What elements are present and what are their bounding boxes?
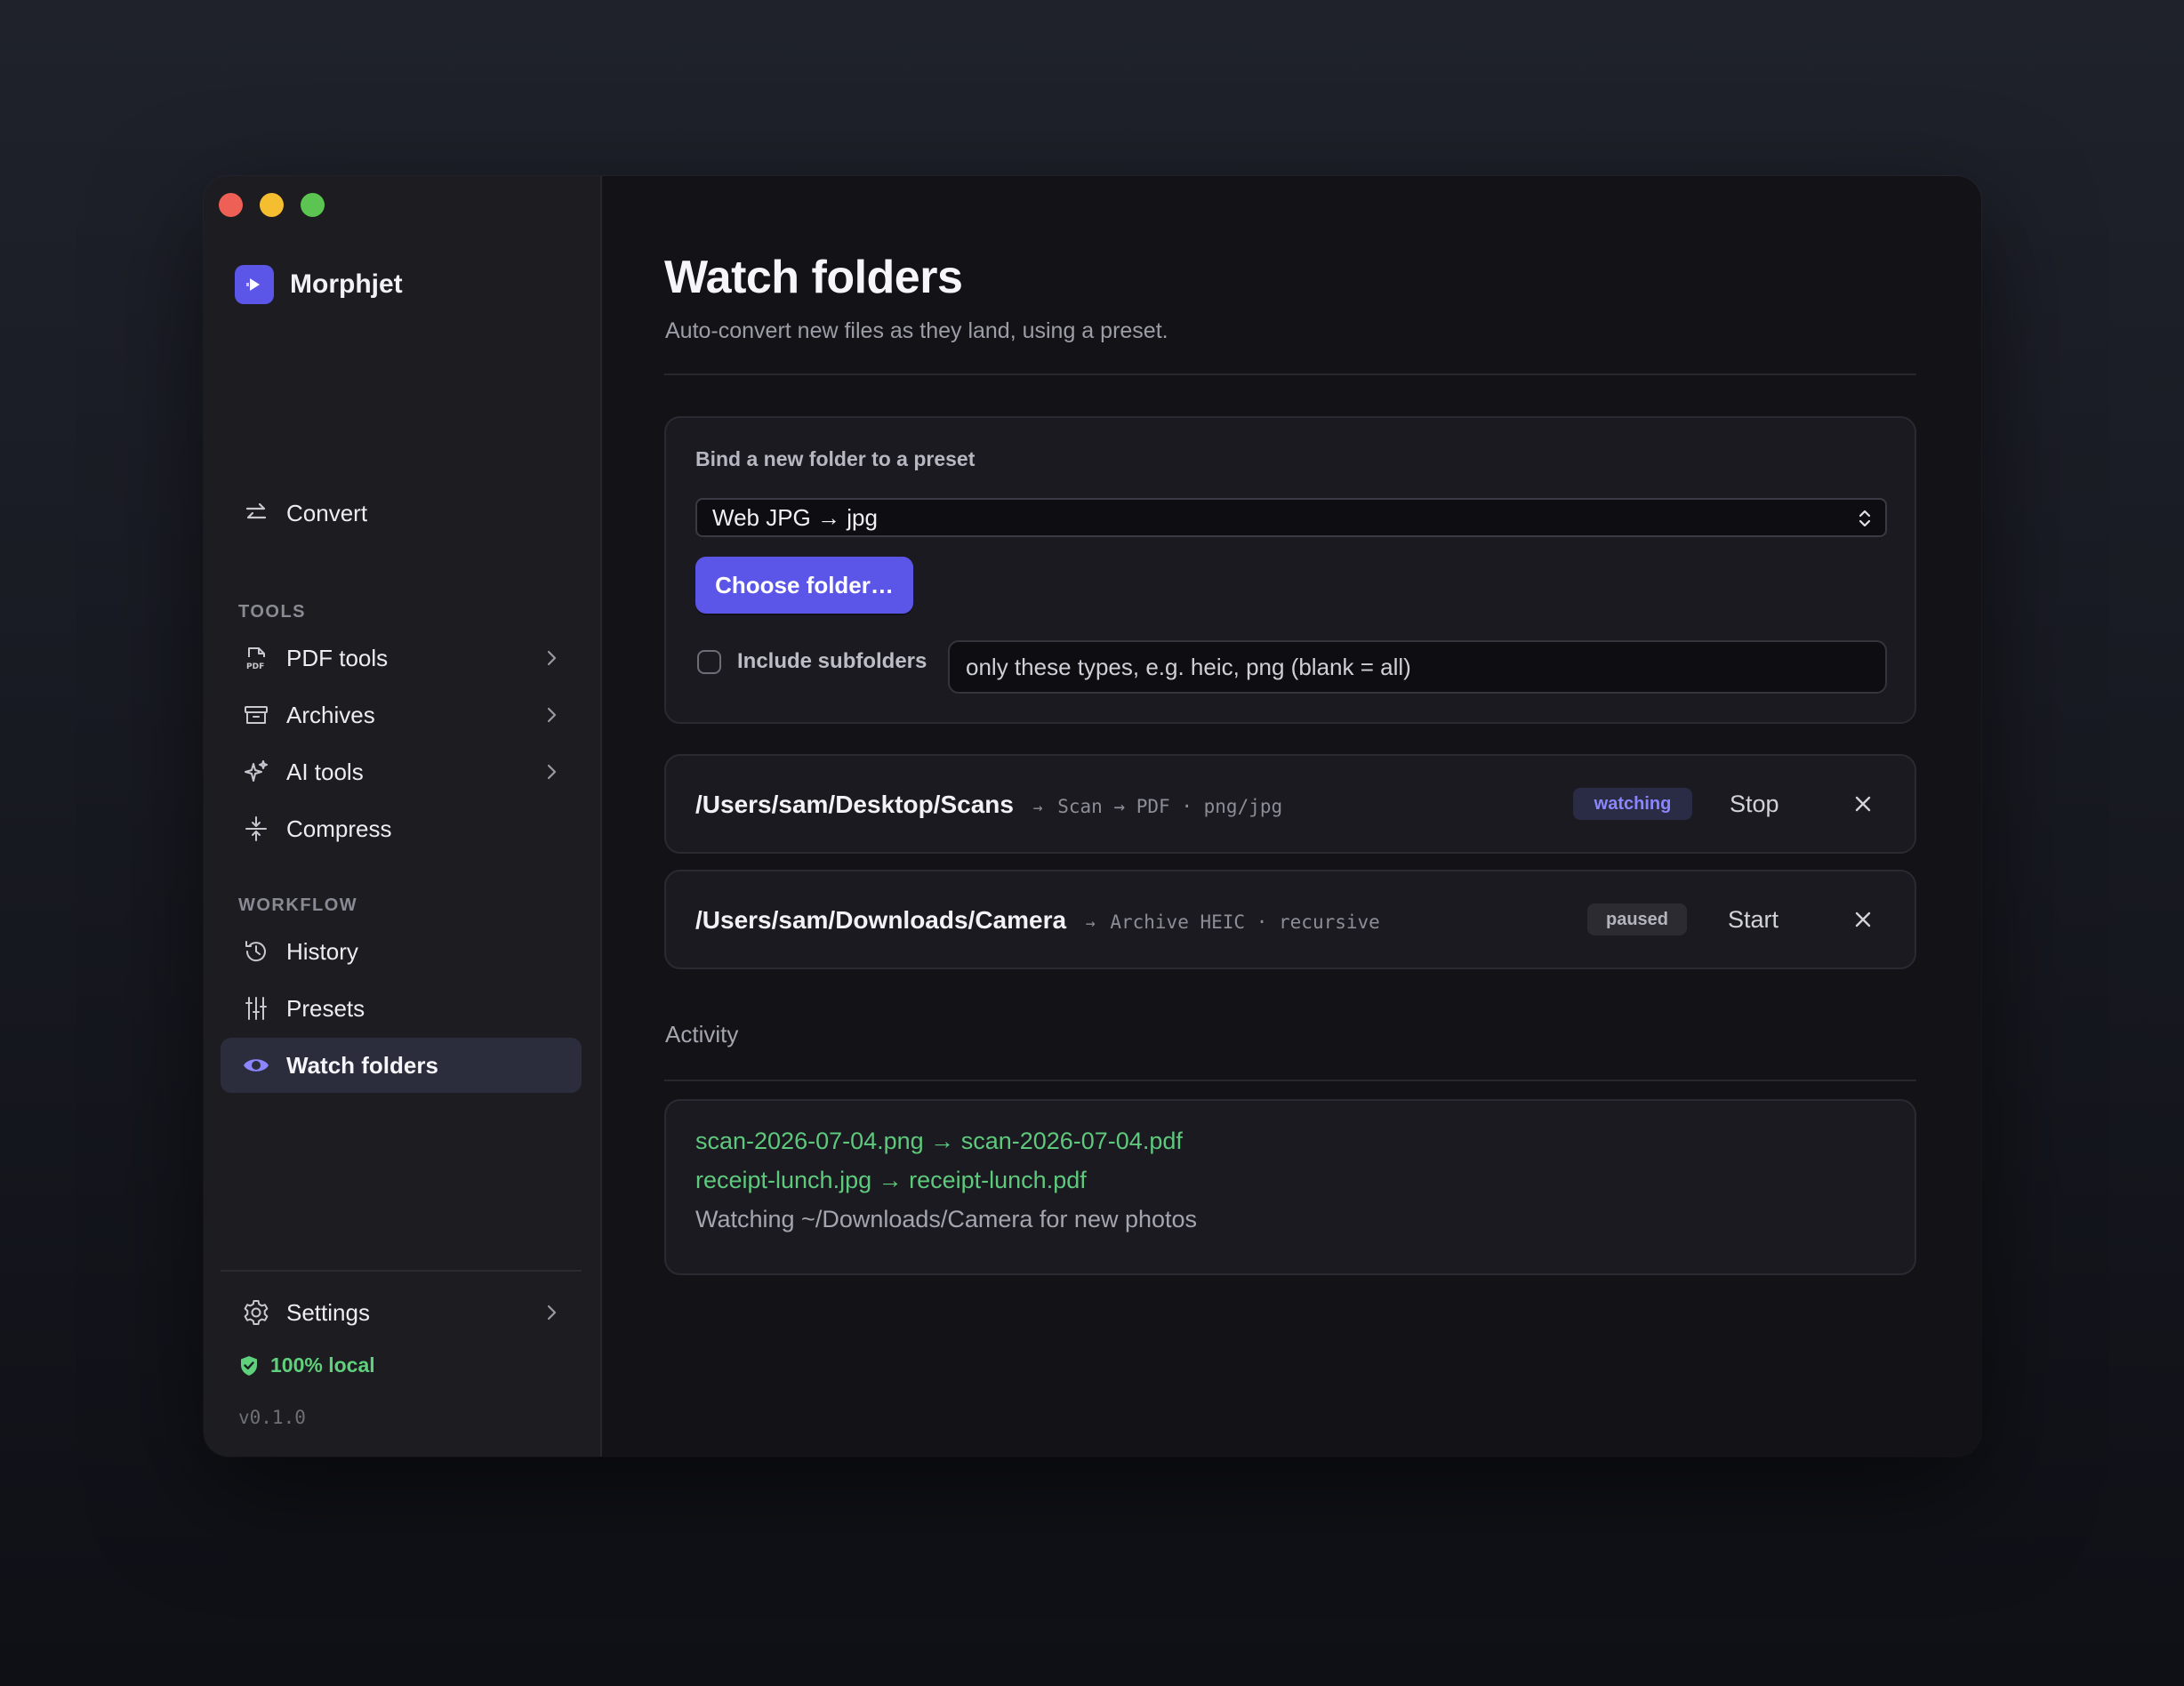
activity-heading: Activity	[665, 1021, 739, 1048]
arrow-right-icon: →	[1032, 799, 1043, 817]
sidebar-item-history[interactable]: History	[221, 924, 582, 979]
local-label: 100% local	[270, 1353, 375, 1377]
sparkle-icon	[240, 756, 272, 788]
app-window: Morphjet Convert TOOLS PDF PDF tools Arc…	[204, 176, 1981, 1457]
page-title: Watch folders	[664, 252, 963, 303]
history-icon	[240, 935, 272, 967]
chevron-right-icon	[547, 1305, 557, 1321]
file-types-input[interactable]: only these types, e.g. heic, png (blank …	[948, 640, 1887, 694]
include-subfolders-row[interactable]: Include subfolders	[697, 649, 927, 674]
close-icon[interactable]	[1852, 793, 1874, 815]
local-status: 100% local	[238, 1353, 375, 1377]
activity-entry: receipt-lunch.jpg → receipt-lunch.pdf	[695, 1167, 1087, 1193]
window-controls	[219, 193, 325, 217]
sliders-icon	[240, 992, 272, 1024]
close-window-button[interactable]	[219, 193, 243, 217]
brand: Morphjet	[235, 265, 403, 304]
chevron-right-icon	[547, 707, 557, 723]
eye-icon	[240, 1049, 272, 1081]
preset-select-value: Web JPG → jpg	[712, 503, 878, 531]
watch-folder-details: /Users/sam/Desktop/Scans → Scan → PDF · …	[695, 791, 1282, 819]
shield-check-icon	[241, 1355, 257, 1376]
bind-folder-card: Bind a new folder to a preset Web JPG → …	[664, 416, 1916, 724]
version-label: v0.1.0	[238, 1407, 306, 1428]
watch-folder-preset: Archive HEIC	[1110, 911, 1246, 933]
svg-text:PDF: PDF	[246, 662, 264, 671]
preset-select[interactable]: Web JPG → jpg	[695, 498, 1887, 537]
include-subfolders-label[interactable]: Include subfolders	[737, 649, 927, 674]
include-subfolders-checkbox[interactable]	[697, 649, 721, 674]
sidebar-item-ai-tools[interactable]: AI tools	[221, 744, 582, 799]
watch-folder-row: /Users/sam/Downloads/Camera → Archive HE…	[664, 870, 1916, 969]
activity-entry: Watching ~/Downloads/Camera for new phot…	[695, 1206, 1198, 1232]
sidebar-item-label: Archives	[286, 701, 375, 728]
status-badge: watching	[1573, 788, 1692, 820]
pdf-file-icon: PDF	[240, 642, 272, 674]
app-name: Morphjet	[290, 269, 403, 299]
chevron-right-icon	[547, 650, 557, 666]
arrows-swap-icon	[240, 497, 272, 529]
sidebar-item-label: Settings	[286, 1298, 370, 1326]
meta-separator: ·	[1256, 911, 1280, 933]
section-label-workflow: WORKFLOW	[238, 895, 358, 915]
status-badge: paused	[1587, 903, 1687, 935]
page-subtitle: Auto-convert new files as they land, usi…	[665, 318, 1168, 343]
compress-icon	[240, 813, 272, 845]
activity-divider	[664, 1080, 1916, 1081]
sidebar-divider	[221, 1270, 582, 1272]
meta-separator: ·	[1181, 796, 1204, 817]
archive-box-icon	[240, 699, 272, 731]
watch-folder-row: /Users/sam/Desktop/Scans → Scan → PDF · …	[664, 754, 1916, 854]
sidebar: Morphjet Convert TOOLS PDF PDF tools Arc…	[204, 176, 602, 1457]
watch-folder-path: /Users/sam/Downloads/Camera	[695, 906, 1067, 934]
app-logo-icon	[235, 265, 274, 304]
sidebar-item-compress[interactable]: Compress	[221, 801, 582, 856]
sidebar-item-label: PDF tools	[286, 644, 389, 671]
sidebar-item-convert[interactable]: Convert	[221, 486, 582, 541]
sidebar-item-label: Presets	[286, 994, 365, 1022]
minimize-window-button[interactable]	[260, 193, 284, 217]
sidebar-item-label: History	[286, 937, 358, 965]
watch-folder-details: /Users/sam/Downloads/Camera → Archive HE…	[695, 906, 1380, 935]
sidebar-item-watch-folders[interactable]: Watch folders	[221, 1038, 582, 1093]
sidebar-item-label: Watch folders	[286, 1051, 438, 1079]
sidebar-item-label: Compress	[286, 815, 392, 842]
watch-folder-extra: recursive	[1279, 911, 1380, 933]
sidebar-item-presets[interactable]: Presets	[221, 981, 582, 1036]
stop-button[interactable]: Stop	[1730, 791, 1779, 818]
chevron-right-icon	[547, 764, 557, 780]
sidebar-item-label: AI tools	[286, 758, 364, 785]
zoom-window-button[interactable]	[301, 193, 325, 217]
section-label-tools: TOOLS	[238, 602, 307, 622]
header-divider	[664, 373, 1916, 375]
start-button[interactable]: Start	[1728, 906, 1779, 934]
bind-card-title: Bind a new folder to a preset	[695, 447, 976, 470]
watch-folder-extra: png/jpg	[1203, 796, 1283, 817]
sidebar-item-label: Convert	[286, 499, 368, 526]
select-updown-icon	[1859, 510, 1871, 527]
activity-entry: scan-2026-07-04.png → scan-2026-07-04.pd…	[695, 1128, 1183, 1154]
watch-folder-meta: → Scan → PDF · png/jpg	[1030, 796, 1282, 817]
sidebar-item-settings[interactable]: Settings	[221, 1285, 582, 1340]
sidebar-item-pdf-tools[interactable]: PDF PDF tools	[221, 630, 582, 686]
arrow-right-icon: →	[1085, 914, 1096, 933]
activity-log: scan-2026-07-04.png → scan-2026-07-04.pd…	[664, 1099, 1916, 1275]
close-icon[interactable]	[1852, 909, 1874, 930]
gear-icon	[240, 1297, 272, 1329]
choose-folder-button[interactable]: Choose folder…	[695, 557, 913, 614]
sidebar-item-archives[interactable]: Archives	[221, 687, 582, 743]
watch-folder-preset: Scan → PDF	[1057, 796, 1170, 817]
main-content: Watch folders Auto-convert new files as …	[602, 176, 1981, 1457]
watch-folder-path: /Users/sam/Desktop/Scans	[695, 791, 1014, 818]
watch-folder-meta: → Archive HEIC · recursive	[1082, 911, 1380, 933]
